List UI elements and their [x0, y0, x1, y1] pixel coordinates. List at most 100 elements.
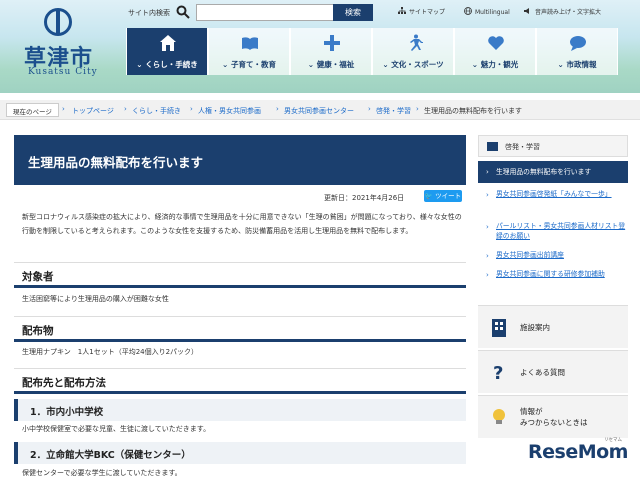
sidebar-heading: 啓発・学習 — [478, 135, 628, 157]
breadcrumb-here-label: 現在のページ — [6, 103, 59, 117]
side-box-label: よくある質問 — [520, 368, 565, 377]
not-found-link[interactable]: 情報が みつからないときは — [478, 395, 628, 438]
speech-zoom-label: 音声読み上げ・文字拡大 — [535, 9, 602, 16]
sidebar-item[interactable]: › 男女共同参画啓発紙「みんなで一歩」 — [478, 189, 628, 199]
section-heading: 対象者 — [14, 262, 466, 288]
sidebar-item-label: パールリスト・男女共同参画人材リスト登録のお願い — [496, 222, 626, 240]
gnav-label: ⌄ 子育て・教育 — [222, 60, 276, 69]
question-icon: ? — [493, 363, 503, 382]
gnav-item-childcare[interactable]: ⌄ 子育て・教育 — [208, 28, 290, 75]
plus-icon — [324, 35, 340, 51]
section-heading-text: 配布先と配布方法 — [22, 377, 106, 389]
sidebar-item[interactable]: › 男女共同参画出前講座 — [478, 250, 628, 260]
page-title: 生理用品の無料配布を行います — [28, 155, 204, 170]
utility-bar: サイト内検索 検索 サイトマップ Multilingual 音声読み上げ・文字拡… — [126, 3, 640, 23]
side-box-label: 情報が — [520, 407, 543, 416]
section-heading: 配布先と配布方法 — [14, 368, 466, 394]
gnav-label: ⌄ 健康・福祉 — [307, 60, 355, 69]
subsection-heading: 2．立命館大学BKC（保健センター） — [14, 442, 466, 464]
globe-icon — [464, 7, 472, 15]
search-label: サイト内検索 — [128, 9, 170, 17]
gnav-item-culture[interactable]: ⌄ 文化・スポーツ — [372, 28, 454, 75]
breadcrumb-separator: › — [276, 105, 279, 113]
section-heading-text: 対象者 — [22, 271, 54, 283]
speech-bubble-icon — [570, 36, 586, 51]
sidebar-item[interactable]: › パールリスト・男女共同参画人材リスト登録のお願い — [478, 221, 628, 241]
sitemap-link[interactable]: サイトマップ — [398, 7, 445, 16]
multilingual-link[interactable]: Multilingual — [464, 7, 510, 16]
sidebar-item-label: 男女共同参画啓発紙「みんなで一歩」 — [496, 190, 612, 198]
sidebar-item-label: 生理用品の無料配布を行います — [496, 168, 592, 176]
multilingual-label: Multilingual — [475, 9, 510, 16]
site-logo[interactable]: 草津市 Kusatsu City — [0, 0, 120, 93]
breadcrumb-human-rights[interactable]: 人権・男女共同参画 — [198, 106, 261, 116]
gnav-item-health[interactable]: ⌄ 健康・福祉 — [290, 28, 372, 75]
breadcrumb-separator: › — [190, 105, 193, 113]
gnav-label: ⌄ 魅力・観光 — [471, 60, 519, 69]
chevron-right-icon: › — [486, 223, 489, 231]
sidebar-item-label: 男女共同参画出前講座 — [496, 251, 564, 259]
sidebar-item-label: 男女共同参画に関する研修参加補助 — [496, 270, 605, 278]
breadcrumb-learning[interactable]: 啓発・学習 — [376, 106, 411, 116]
section-text: 生活困窮等により生理用品の購入が困難な女性 — [22, 295, 169, 303]
book-icon — [242, 37, 258, 50]
breadcrumb-center[interactable]: 男女共同参画センター — [284, 106, 354, 116]
svg-text:?: ? — [493, 363, 503, 382]
tweet-button[interactable]: 🐦 ツイート — [424, 190, 462, 202]
intro-paragraph: 新型コロナウィルス感染症の拡大により、経済的な事情で生理用品を十分に用意できない… — [22, 213, 462, 235]
sitemap-icon — [398, 7, 406, 14]
search-button[interactable]: 検索 — [333, 4, 373, 21]
subsection-text: 小中学校保健室で必要な児童、生徒に渡していただきます。 — [22, 425, 211, 433]
logo-english: Kusatsu City — [28, 67, 98, 77]
heart-icon — [488, 36, 504, 50]
search-icon — [176, 5, 190, 19]
sitemap-label: サイトマップ — [409, 9, 446, 16]
house-icon — [160, 35, 176, 51]
faq-link[interactable]: ? よくある質問 — [478, 350, 628, 393]
resemom-watermark: ReseMom — [528, 441, 628, 463]
site-header: 草津市 Kusatsu City サイト内検索 検索 サイトマップ Multil… — [0, 0, 640, 93]
breadcrumb-living[interactable]: くらし・手続き — [132, 106, 181, 116]
breadcrumb-separator: › — [62, 105, 65, 113]
subsection-heading: 1．市内小中学校 — [14, 399, 466, 421]
gnav-item-living[interactable]: ⌄ くらし・手続き — [126, 28, 208, 75]
city-emblem-icon — [44, 8, 72, 36]
resemom-watermark-sub: リセマム — [604, 438, 622, 443]
chevron-right-icon: › — [486, 252, 489, 260]
subsection-heading-text: 2．立命館大学BKC（保健センター） — [30, 450, 191, 461]
breadcrumb-separator: › — [124, 105, 127, 113]
chevron-right-icon: › — [486, 191, 489, 199]
section-heading-text: 配布物 — [22, 325, 54, 337]
section-text: 生理用ナプキン 1人1セット（平均24個入り2パック） — [22, 348, 199, 356]
side-box-label-2: みつからないときは — [520, 418, 588, 427]
facility-guide-link[interactable]: 施設案内 — [478, 305, 628, 348]
breadcrumb-top[interactable]: トップページ — [72, 106, 114, 116]
breadcrumb-current: 生理用品の無料配布を行います — [424, 107, 522, 115]
global-nav: ⌄ くらし・手続き ⌄ 子育て・教育 ⌄ 健康・福祉 ⌄ 文化・スポーツ ⌄ 魅… — [126, 28, 640, 75]
building-icon — [492, 319, 506, 337]
chevron-right-icon: › — [486, 271, 489, 279]
breadcrumb: 現在のページ › トップページ › くらし・手続き › 人権・男女共同参画 › … — [0, 100, 640, 120]
folder-icon — [487, 142, 498, 151]
search-lightbulb-icon — [493, 409, 505, 424]
section-heading: 配布物 — [14, 316, 466, 342]
breadcrumb-separator: › — [368, 105, 371, 113]
gnav-item-cityinfo[interactable]: ⌄ 市政情報 — [536, 28, 618, 75]
gnav-item-attractions[interactable]: ⌄ 魅力・観光 — [454, 28, 536, 75]
subsection-text: 保健センターで必要な学生に渡していただきます。 — [22, 469, 182, 477]
speaker-icon — [524, 8, 529, 14]
breadcrumb-separator: › — [416, 105, 419, 113]
sidebar-heading-text: 啓発・学習 — [505, 143, 540, 151]
speech-zoom-link[interactable]: 音声読み上げ・文字拡大 — [524, 7, 601, 16]
subsection-heading-text: 1．市内小中学校 — [30, 407, 104, 418]
runner-icon — [410, 34, 423, 51]
sidebar-item[interactable]: › 男女共同参画に関する研修参加補助 — [478, 269, 628, 279]
page-title-bar: 生理用品の無料配布を行います — [14, 135, 466, 185]
gnav-label: ⌄ 文化・スポーツ — [382, 60, 444, 69]
side-box-label: 施設案内 — [520, 323, 550, 332]
gnav-label: ⌄ くらし・手続き — [136, 60, 198, 69]
gnav-label: ⌄ 市政情報 — [557, 60, 597, 69]
sidebar-item-active[interactable]: › 生理用品の無料配布を行います — [478, 161, 628, 183]
search-input[interactable] — [196, 4, 334, 21]
chevron-right-icon: › — [486, 168, 489, 176]
